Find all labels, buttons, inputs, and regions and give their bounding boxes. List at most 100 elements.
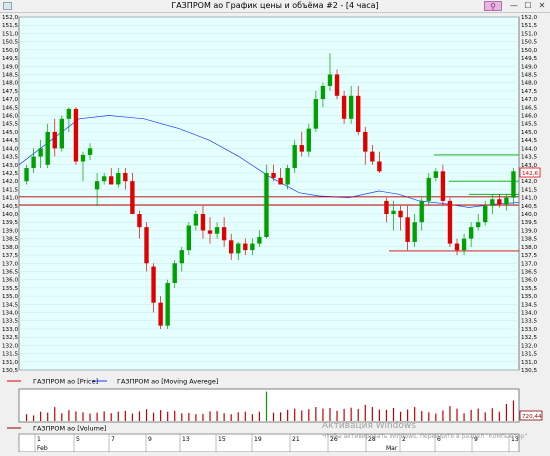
volume-bar	[336, 410, 338, 421]
candle-body	[497, 199, 502, 205]
candle	[59, 115, 65, 152]
y-tick-label-right: 135,0	[521, 294, 537, 300]
candle-body	[461, 238, 467, 251]
date-day-label: 9	[148, 436, 152, 443]
y-tick-label-left: 134,5	[2, 302, 18, 308]
candle-body	[172, 263, 177, 283]
y-tick-label-left: 139,5	[2, 220, 18, 226]
y-tick-label-right: 133,5	[521, 319, 537, 325]
candle-body	[52, 131, 57, 149]
y-tick-label-left: 132,0	[2, 343, 18, 349]
y-tick-label-right: 132,5	[521, 335, 537, 341]
candle-body	[193, 214, 199, 226]
candle	[306, 123, 312, 157]
y-tick-label-left: 150,5	[2, 40, 18, 46]
y-tick-label-right: 148,5	[521, 72, 537, 78]
volume-legend-label: ГАЗПРОМ ао [Volume]	[33, 425, 106, 433]
y-tick-label-left: 144,5	[2, 138, 18, 144]
y-tick-label-right: 150,0	[521, 48, 537, 54]
candle-body	[144, 227, 149, 264]
candle	[341, 90, 347, 124]
pin-button[interactable]: ⚲	[484, 1, 502, 11]
candle	[447, 197, 453, 247]
candle-body	[243, 243, 248, 251]
maximize-button[interactable]: ☐	[522, 1, 534, 11]
volume-bar	[152, 412, 155, 421]
candle-body	[370, 151, 375, 162]
y-tick-label-left: 133,5	[2, 319, 18, 325]
candle-body	[447, 200, 453, 244]
volume-bar	[25, 414, 28, 421]
candle-body	[228, 240, 234, 254]
y-tick-label-left: 135,0	[2, 294, 18, 300]
candle-body	[327, 74, 333, 86]
volume-bar	[301, 410, 303, 421]
volume-bar	[315, 407, 317, 421]
candle-body	[419, 200, 424, 223]
last-volume-value: 720,44	[522, 414, 542, 420]
y-tick-label-left: 148,0	[2, 81, 18, 87]
candle-body	[31, 156, 36, 169]
y-tick-label-right: 147,5	[521, 89, 537, 95]
minimize-button[interactable]: —	[508, 1, 520, 11]
y-tick-label-right: 146,5	[521, 105, 537, 111]
candle-body	[412, 222, 417, 242]
price-legend-label: ГАЗПРОМ ао [Price]	[33, 378, 98, 386]
candle-body	[165, 282, 170, 326]
volume-bar	[463, 413, 465, 421]
volume-panel[interactable]	[18, 388, 520, 423]
volume-bar	[357, 408, 359, 421]
window-title: ГАЗПРОМ ао График цены и объёма #2 - [4 …	[171, 1, 379, 10]
candle	[73, 107, 79, 165]
candle-body	[306, 128, 312, 152]
volume-bar	[265, 391, 268, 421]
candle-body	[236, 243, 241, 254]
y-tick-label-right: 132,0	[521, 343, 537, 349]
volume-bar	[350, 407, 352, 421]
volume-bar	[371, 407, 373, 421]
y-tick-label-right: 136,0	[521, 278, 537, 284]
volume-bar	[138, 411, 141, 421]
y-tick-label-right: 151,5	[521, 23, 537, 29]
y-tick-label-right: 134,5	[521, 302, 537, 308]
volume-bar	[442, 410, 444, 421]
watermark-line1: Активация Windows	[322, 421, 416, 431]
candle-body	[398, 210, 403, 218]
volume-bar	[96, 412, 98, 421]
last-price-value: 142,6	[522, 171, 538, 177]
candle-body	[207, 230, 213, 234]
candle-body	[440, 171, 446, 201]
last-volume-tag: 720,44	[519, 410, 543, 421]
candle-body	[221, 227, 227, 241]
candle-body	[200, 214, 206, 231]
y-tick-label-right: 146,0	[521, 114, 537, 120]
y-tick-label-left: 151,0	[2, 31, 18, 37]
volume-bar	[399, 411, 402, 421]
candle-body	[271, 172, 276, 178]
y-tick-label-right: 148,0	[521, 81, 537, 87]
y-tick-label-left: 130,5	[2, 368, 18, 374]
volume-bar	[343, 408, 345, 421]
candle-body	[292, 145, 297, 169]
candle-body	[356, 95, 361, 132]
candle-body	[384, 200, 389, 215]
close-button[interactable]: ✕	[536, 1, 548, 11]
candle-body	[116, 172, 121, 185]
volume-bar	[294, 408, 296, 421]
volume-bar	[181, 413, 183, 421]
y-tick-label-left: 147,5	[2, 89, 18, 95]
candle-body	[285, 168, 290, 185]
volume-bar	[378, 409, 380, 421]
candle-body	[278, 177, 283, 185]
candle-body	[475, 222, 481, 228]
y-tick-label-left: 137,5	[2, 253, 18, 259]
candle-body	[24, 168, 29, 182]
volume-bar	[237, 412, 239, 421]
candle-body	[348, 95, 354, 119]
volume-bar	[68, 410, 70, 421]
candle-body	[94, 181, 100, 190]
volume-bar	[244, 411, 246, 421]
candle-body	[179, 250, 184, 264]
volume-bar	[110, 413, 112, 421]
volume-bar	[174, 410, 176, 421]
